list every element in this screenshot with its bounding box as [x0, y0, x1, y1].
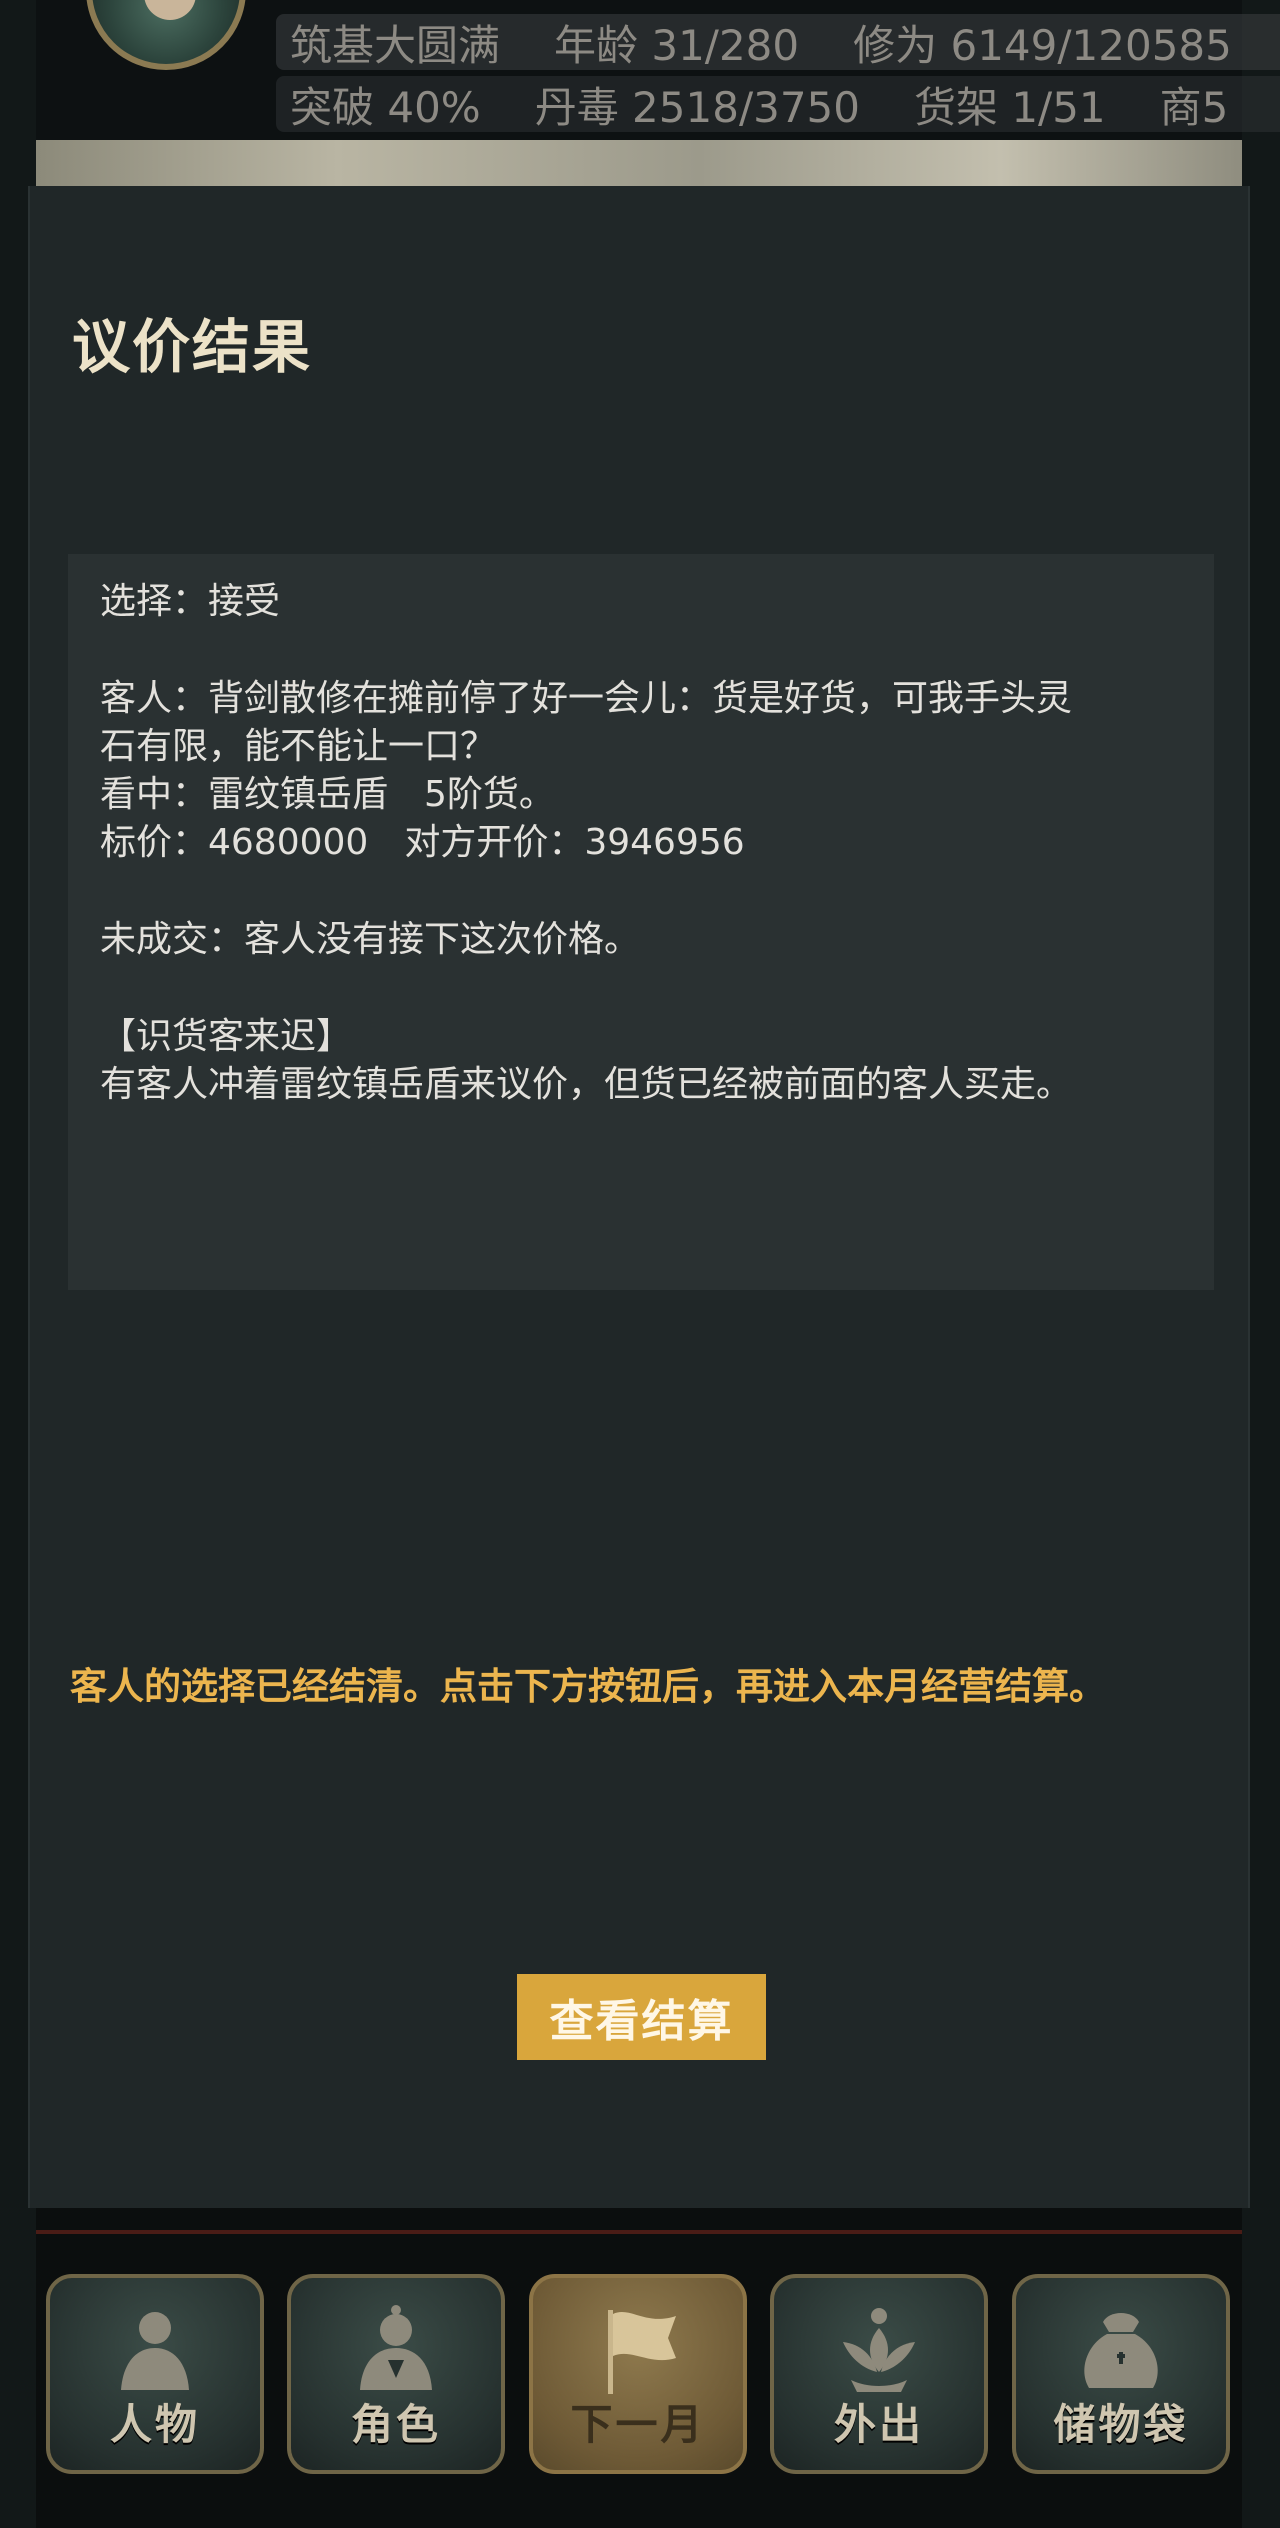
nav-label: 外出 [833, 2400, 924, 2449]
view-settlement-button[interactable]: 查看结算 [517, 1974, 766, 2060]
outcome-line: 未成交：客人没有接下这次价格。 [100, 919, 641, 960]
breakthrough-stat: 突破 40% [290, 82, 481, 132]
person-icon [121, 2312, 189, 2390]
dialog-title: 议价结果 [72, 313, 313, 381]
result-box: 选择：接受 客人：背剑散修在摊前停了好一会儿：货是好货，可我手头灵 石有限，能不… [68, 554, 1214, 1290]
nav-label: 储物袋 [1053, 2400, 1189, 2449]
status-bar: 筑基大圆满 年龄 31/280 修为 6149/120585 (5 突破 40%… [36, 0, 1280, 186]
customer-line-1: 客人：背剑散修在摊前停了好一会儿：货是好货，可我手头灵 [100, 678, 1073, 719]
flag-icon [608, 2310, 676, 2394]
realm-stat: 筑基大圆满 [290, 20, 501, 70]
character-icon [360, 2305, 432, 2390]
negotiation-result-dialog: 议价结果 选择：接受 客人：背剑散修在摊前停了好一会儿：货是好货，可我手头灵 石… [28, 186, 1250, 2208]
item-line: 看中：雷纹镇岳盾 5阶货。 [100, 774, 555, 815]
event-title: 【识货客来迟】 [100, 1016, 353, 1057]
nav-label: 人物 [109, 2400, 200, 2449]
event-description: 有客人冲着雷纹镇岳盾来议价，但货已经被前面的客人买走。 [100, 1064, 1073, 1105]
trade-stat: 商5 [1159, 82, 1229, 132]
cultivation-stat: 修为 6149/120585 [853, 20, 1232, 70]
customer-line-2: 石有限，能不能让一口？ [100, 726, 497, 767]
settlement-hint: 客人的选择已经结清。点击下方按钮后，再进入本月经营结算。 [70, 1665, 1106, 1708]
nav-label: 下一月 [570, 2400, 706, 2449]
age-stat: 年龄 31/280 [554, 20, 800, 70]
pill-toxin-stat: 丹毒 2518/3750 [534, 82, 860, 132]
scene-strip [36, 140, 1242, 186]
bag-icon [1084, 2313, 1158, 2388]
nav-character-button[interactable]: 角色 [287, 2274, 505, 2474]
price-line: 标价：4680000 对方开价：3946956 [100, 822, 745, 863]
nav-outing-button[interactable]: 外出 [770, 2274, 988, 2474]
nav-person-button[interactable]: 人物 [46, 2274, 264, 2474]
nav-next-month-button[interactable]: 下一月 [529, 2274, 747, 2474]
shelf-stat: 货架 1/51 [913, 82, 1106, 132]
status-row-2: 突破 40% 丹毒 2518/3750 货架 1/51 商5 会 [276, 76, 1280, 132]
nav-storage-bag-button[interactable]: 储物袋 [1012, 2274, 1230, 2474]
bottom-nav: 人物 角色 下一月 外出 储物袋 [36, 2208, 1242, 2528]
nav-label: 角色 [350, 2400, 441, 2449]
status-row-1: 筑基大圆满 年龄 31/280 修为 6149/120585 (5 [276, 14, 1280, 70]
choice-line: 选择：接受 [100, 581, 281, 622]
lotus-icon [843, 2308, 915, 2392]
avatar[interactable] [86, 0, 246, 70]
